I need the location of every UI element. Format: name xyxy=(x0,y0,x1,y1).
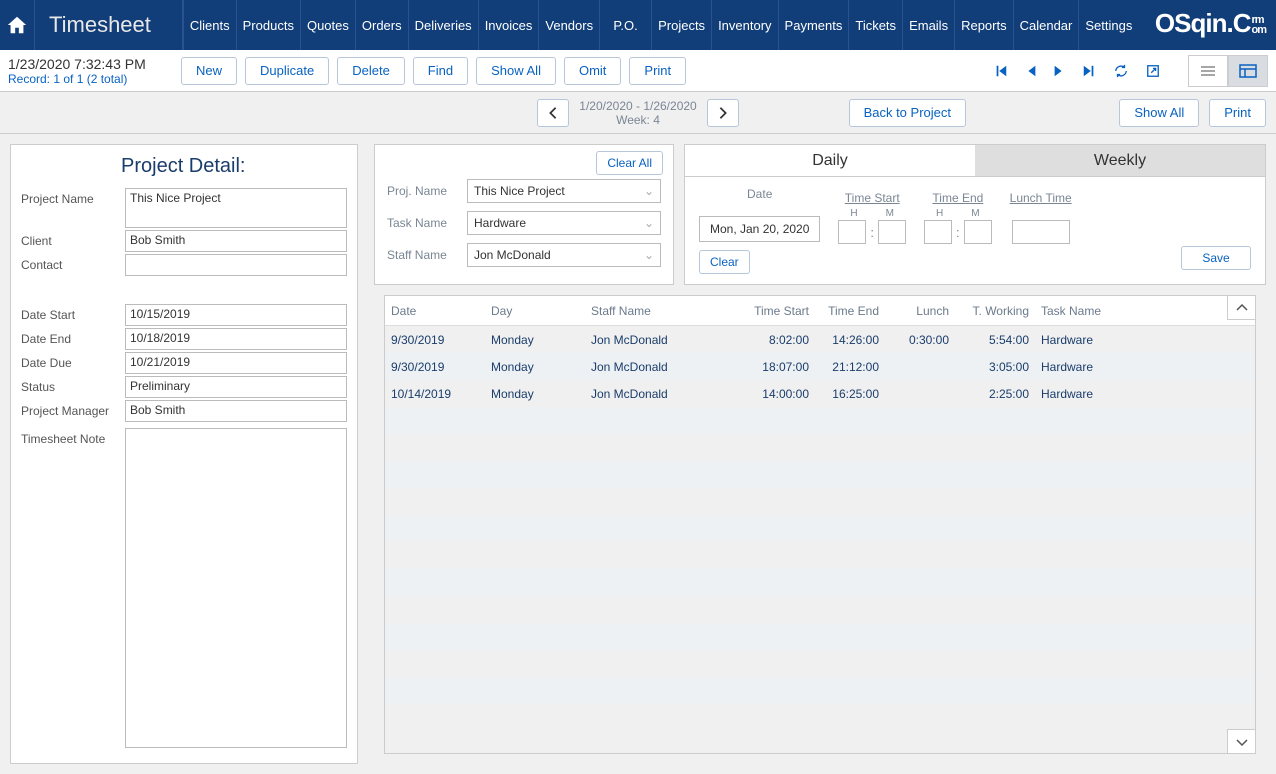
nav-clients[interactable]: Clients xyxy=(183,0,236,50)
status-field[interactable]: Preliminary xyxy=(125,376,347,398)
chevron-down-icon: ⌄ xyxy=(644,216,654,230)
last-record-icon[interactable] xyxy=(1082,64,1096,78)
prev-week-button[interactable] xyxy=(537,99,569,127)
nav-products[interactable]: Products xyxy=(236,0,300,50)
table-row[interactable]: 9/30/2019MondayJon McDonald18:07:0021:12… xyxy=(385,353,1255,380)
page-title: Timesheet xyxy=(35,0,165,50)
nav-inventory[interactable]: Inventory xyxy=(711,0,777,50)
print-button[interactable]: Print xyxy=(629,57,686,85)
tab-weekly[interactable]: Weekly xyxy=(975,145,1265,177)
clear-all-button[interactable]: Clear All xyxy=(596,151,663,175)
table-row[interactable] xyxy=(385,515,1255,542)
delete-button[interactable]: Delete xyxy=(337,57,405,85)
back-to-project-button[interactable]: Back to Project xyxy=(849,99,966,127)
project-detail-panel: Project Detail: Project NameThis Nice Pr… xyxy=(10,144,358,764)
table-row[interactable] xyxy=(385,569,1255,596)
table-row[interactable] xyxy=(385,650,1255,677)
show-all-button[interactable]: Show All xyxy=(476,57,556,85)
project-name-field[interactable]: This Nice Project xyxy=(125,188,347,228)
table-row[interactable] xyxy=(385,407,1255,434)
project-detail-heading: Project Detail: xyxy=(121,155,347,178)
nav-emails[interactable]: Emails xyxy=(902,0,954,50)
table-row[interactable] xyxy=(385,461,1255,488)
end-m-input[interactable] xyxy=(964,220,992,244)
pm-field[interactable]: Bob Smith xyxy=(125,400,347,422)
nav-invoices[interactable]: Invoices xyxy=(478,0,539,50)
timestamp: 1/23/2020 7:32:43 PM xyxy=(8,56,173,72)
omit-button[interactable]: Omit xyxy=(564,57,621,85)
proj-name-select[interactable]: This Nice Project⌄ xyxy=(467,179,661,203)
save-button[interactable]: Save xyxy=(1181,246,1251,270)
refresh-icon[interactable] xyxy=(1114,64,1128,78)
entry-date-field[interactable]: Mon, Jan 20, 2020 xyxy=(699,216,820,242)
scroll-up-icon[interactable] xyxy=(1227,296,1255,320)
list-layout-icon[interactable] xyxy=(1188,55,1228,87)
week-number: Week: 4 xyxy=(579,113,696,127)
start-h-input[interactable] xyxy=(838,220,866,244)
top-nav: Timesheet ClientsProductsQuotesOrdersDel… xyxy=(0,0,1276,50)
date-due-field[interactable]: 10/21/2019 xyxy=(125,352,347,374)
popout-icon[interactable] xyxy=(1146,64,1160,78)
nav-deliveries[interactable]: Deliveries xyxy=(408,0,478,50)
nav-projects[interactable]: Projects xyxy=(651,0,711,50)
form-layout-icon[interactable] xyxy=(1228,55,1268,87)
nav-calendar[interactable]: Calendar xyxy=(1013,0,1079,50)
table-row[interactable]: 9/30/2019MondayJon McDonald8:02:0014:26:… xyxy=(385,326,1255,353)
date-end-field[interactable]: 10/18/2019 xyxy=(125,328,347,350)
table-row[interactable] xyxy=(385,596,1255,623)
chevron-down-icon: ⌄ xyxy=(644,184,654,198)
nav-vendors[interactable]: Vendors xyxy=(538,0,599,50)
note-field[interactable] xyxy=(125,428,347,748)
task-name-select[interactable]: Hardware⌄ xyxy=(467,211,661,235)
nav-tickets[interactable]: Tickets xyxy=(848,0,902,50)
nav-settings[interactable]: Settings xyxy=(1078,0,1138,50)
home-icon[interactable] xyxy=(0,0,35,50)
nav-quotes[interactable]: Quotes xyxy=(300,0,355,50)
table-row[interactable] xyxy=(385,623,1255,650)
find-button[interactable]: Find xyxy=(413,57,468,85)
week-navigator: 1/20/2020 - 1/26/2020 Week: 4 Back to Pr… xyxy=(0,92,1276,134)
record-status: Record: 1 of 1 (2 total) xyxy=(8,72,173,86)
table-row[interactable] xyxy=(385,434,1255,461)
sub-toolbar: 1/23/2020 7:32:43 PM Record: 1 of 1 (2 t… xyxy=(0,50,1276,92)
duplicate-button[interactable]: Duplicate xyxy=(245,57,329,85)
table-row[interactable] xyxy=(385,704,1255,731)
print-week-button[interactable]: Print xyxy=(1209,99,1266,127)
nav-tools xyxy=(994,55,1268,87)
end-h-input[interactable] xyxy=(924,220,952,244)
first-record-icon[interactable] xyxy=(994,64,1008,78)
new-button[interactable]: New xyxy=(181,57,237,85)
table-row[interactable]: 10/14/2019MondayJon McDonald14:00:0016:2… xyxy=(385,380,1255,407)
clear-button[interactable]: Clear xyxy=(699,250,750,274)
brand-logo: OSqin.Crmom xyxy=(1145,0,1276,50)
filter-panel: Clear All Proj. NameThis Nice Project⌄ T… xyxy=(374,144,674,285)
lunch-input[interactable] xyxy=(1012,220,1070,244)
week-range: 1/20/2020 - 1/26/2020 xyxy=(579,99,696,113)
nav-po[interactable]: P.O. xyxy=(599,0,651,50)
prev-record-icon[interactable] xyxy=(1026,64,1036,78)
date-start-field[interactable]: 10/15/2019 xyxy=(125,304,347,326)
next-week-button[interactable] xyxy=(707,99,739,127)
table-row[interactable] xyxy=(385,542,1255,569)
nav-orders[interactable]: Orders xyxy=(355,0,408,50)
next-record-icon[interactable] xyxy=(1054,64,1064,78)
show-all-button[interactable]: Show All xyxy=(1119,99,1199,127)
table-row[interactable] xyxy=(385,488,1255,515)
start-m-input[interactable] xyxy=(878,220,906,244)
timesheet-table: Date Day Staff Name Time Start Time End … xyxy=(384,295,1256,754)
table-row[interactable] xyxy=(385,677,1255,704)
nav-reports[interactable]: Reports xyxy=(954,0,1013,50)
client-field[interactable]: Bob Smith xyxy=(125,230,347,252)
staff-name-select[interactable]: Jon McDonald⌄ xyxy=(467,243,661,267)
contact-field[interactable] xyxy=(125,254,347,276)
scroll-down-icon[interactable] xyxy=(1227,729,1255,753)
nav-payments[interactable]: Payments xyxy=(778,0,849,50)
chevron-down-icon: ⌄ xyxy=(644,248,654,262)
time-entry-form: Date Mon, Jan 20, 2020 Clear Time Start … xyxy=(685,177,1265,284)
tab-daily[interactable]: Daily xyxy=(685,145,975,177)
